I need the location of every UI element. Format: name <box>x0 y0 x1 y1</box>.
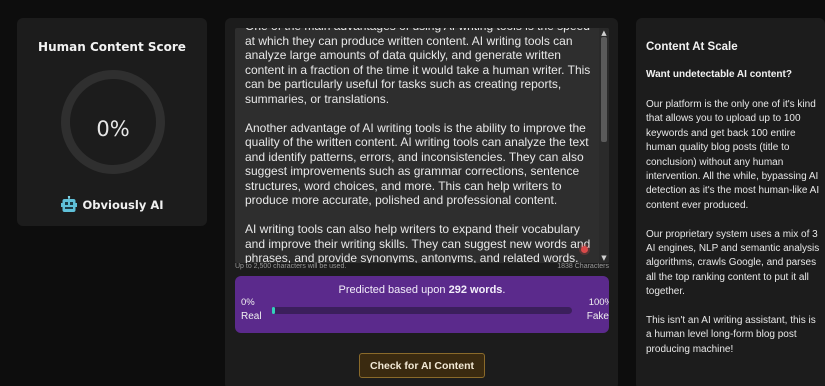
score-value: 0% <box>96 117 130 141</box>
fake-label: Fake <box>586 311 609 322</box>
info-paragraph-3: This isn't an AI writing assistant, this… <box>646 315 816 355</box>
score-title: Human Content Score <box>38 40 186 54</box>
prediction-prefix: Predicted based upon <box>338 284 449 296</box>
score-ring: 0% <box>61 70 165 174</box>
robot-icon <box>60 196 77 212</box>
info-title: Content At Scale <box>646 41 738 53</box>
score-panel: Human Content Score 0% Obviously AI <box>17 18 207 226</box>
paragraph-1: One of the main advantages of using AI w… <box>245 28 597 106</box>
char-count: 1838 Characters <box>557 263 609 270</box>
scroll-thumb[interactable] <box>601 37 607 142</box>
grammar-indicator-icon[interactable] <box>581 246 588 253</box>
checker-panel: One of the main advantages of using AI w… <box>225 18 618 386</box>
textarea-content[interactable]: One of the main advantages of using AI w… <box>245 28 597 263</box>
verdict: Obviously AI <box>17 196 207 213</box>
content-textarea[interactable]: One of the main advantages of using AI w… <box>235 28 609 263</box>
real-label: Real <box>241 311 262 322</box>
prediction-box: Predicted based upon 292 words. 0% 100% … <box>235 276 609 333</box>
paragraph-3: AI writing tools can also help writers t… <box>245 222 597 263</box>
fake-percent: 100% <box>588 297 609 308</box>
real-percent: 0% <box>241 297 255 308</box>
info-body: Our platform is the only one of it's kin… <box>646 98 822 372</box>
char-meta: Up to 2,500 characters will be used. 183… <box>235 263 609 273</box>
paragraph-3-text: AI writing tools can also help writers t… <box>245 222 591 263</box>
textarea-scrollbar[interactable]: ▲ ▼ <box>599 28 609 263</box>
scroll-down-icon[interactable]: ▼ <box>600 254 608 262</box>
prediction-bar <box>272 307 572 314</box>
prediction-suffix: . <box>502 284 506 296</box>
info-paragraph-1: Our platform is the only one of it's kin… <box>646 99 820 211</box>
paragraph-1-text: One of the main advantages of using AI w… <box>245 28 591 106</box>
char-limit-note: Up to 2,500 characters will be used. <box>235 263 347 270</box>
info-panel: Content At Scale Want undetectable AI co… <box>636 18 825 386</box>
info-paragraph-2: Our proprietary system uses a mix of 3 A… <box>646 228 820 298</box>
paragraph-2-text: Another advantage of AI writing tools is… <box>245 120 589 208</box>
paragraph-2: Another advantage of AI writing tools is… <box>245 121 597 208</box>
prediction-bar-fill <box>272 307 275 314</box>
check-ai-content-button[interactable]: Check for AI Content <box>359 353 485 378</box>
info-subtitle: Want undetectable AI content? <box>646 69 792 80</box>
prediction-words: 292 words <box>448 284 503 296</box>
scroll-up-icon[interactable]: ▲ <box>600 29 608 37</box>
prediction-text: Predicted based upon 292 words. <box>235 284 609 296</box>
verdict-label: Obviously AI <box>82 197 164 212</box>
